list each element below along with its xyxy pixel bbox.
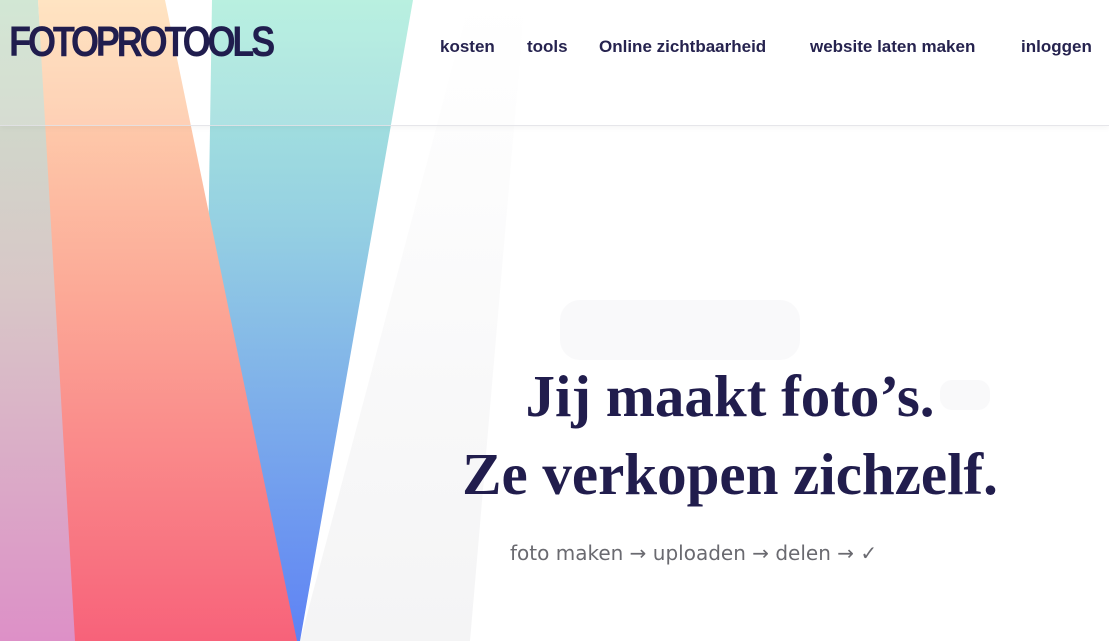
hero-headline-line-2: Ze verkopen zichzelf. [462, 441, 998, 507]
hero-headline-line-1: Jij maakt foto’s. [525, 363, 935, 429]
hero-subline: foto maken → uploaden → delen → ✓ [510, 541, 878, 565]
site-header: FOTOPROTOOLS kosten tools Online zichtba… [0, 0, 1109, 126]
nav-item-tools[interactable]: tools [527, 35, 568, 59]
nav-item-kosten[interactable]: kosten [440, 35, 495, 59]
nav-item-inloggen[interactable]: inloggen [1021, 35, 1092, 59]
site-logo[interactable]: FOTOPROTOOLS [9, 21, 275, 64]
nav-item-website-laten-maken[interactable]: website laten maken [810, 35, 975, 59]
nav-item-online-zichtbaarheid[interactable]: Online zichtbaarheid [599, 35, 766, 59]
